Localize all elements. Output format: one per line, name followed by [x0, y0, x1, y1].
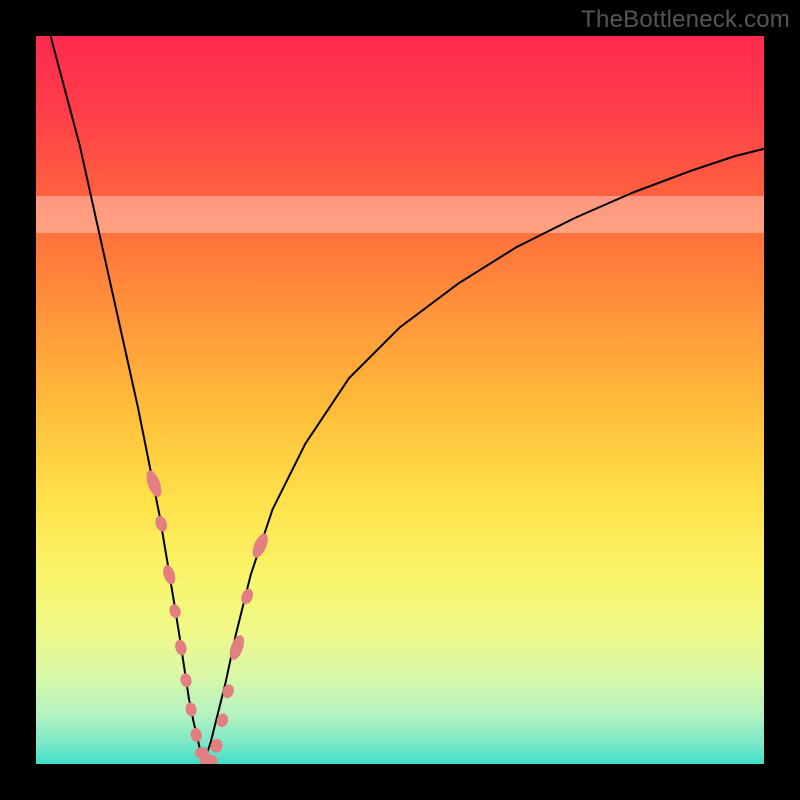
knot-marker	[190, 727, 203, 742]
knot-marker	[249, 531, 271, 560]
knot-marker	[179, 672, 193, 688]
curve-right	[203, 149, 764, 764]
chart-svg	[36, 36, 764, 764]
knot-marker	[161, 564, 178, 586]
knot-marker	[153, 514, 169, 533]
knot-marker	[227, 633, 247, 662]
knot-marker	[168, 603, 183, 620]
knot-group	[144, 469, 271, 764]
chart-frame: TheBottleneck.com	[0, 0, 800, 800]
watermark-text: TheBottleneck.com	[581, 6, 790, 34]
knot-marker	[239, 587, 255, 606]
knot-marker	[144, 469, 165, 499]
knot-marker	[184, 701, 198, 717]
knot-marker	[173, 638, 188, 656]
